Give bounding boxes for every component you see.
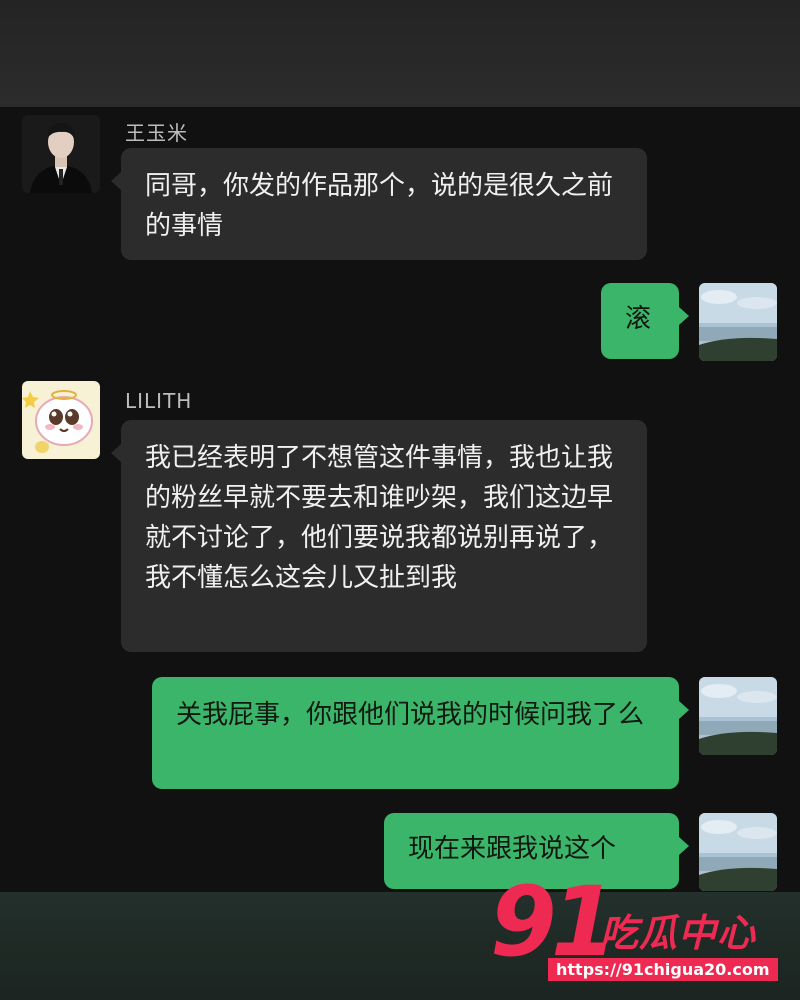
message-bubble-outgoing[interactable]: 滚 [601,283,689,359]
message-bubble-outgoing[interactable]: 关我屁事，你跟他们说我的时候问我了么 [152,677,689,789]
contact-avatar-lilith[interactable] [22,381,100,459]
contact-avatar-wangyumi[interactable] [22,115,100,193]
top-blurred-area [0,0,800,107]
watermark-number: 91 [490,866,618,978]
message-bubble-incoming[interactable]: 同哥，你发的作品那个，说的是很久之前的事情 [111,148,647,260]
my-avatar[interactable] [699,677,777,755]
my-avatar[interactable] [699,283,777,361]
landscape-photo-icon [699,283,777,361]
cartoon-character-icon [22,381,100,459]
man-portrait-icon [22,115,100,193]
watermark-url: https://91chigua20.com [548,958,778,981]
watermark-title: 吃瓜中心 [600,911,757,955]
sender-name: LILITH [125,389,193,413]
landscape-photo-icon [699,677,777,755]
site-watermark: 91 吃瓜中心 https://91chigua20.com [490,872,790,992]
chat-area[interactable]: 王玉米 同哥，你发的作品那个，说的是很久之前的事情 滚 LILITH 我已经表明… [0,107,800,892]
sender-name: 王玉米 [125,121,188,145]
message-bubble-incoming[interactable]: 我已经表明了不想管这件事情，我也让我的粉丝早就不要去和谁吵架，我们这边早就不讨论… [111,420,647,652]
